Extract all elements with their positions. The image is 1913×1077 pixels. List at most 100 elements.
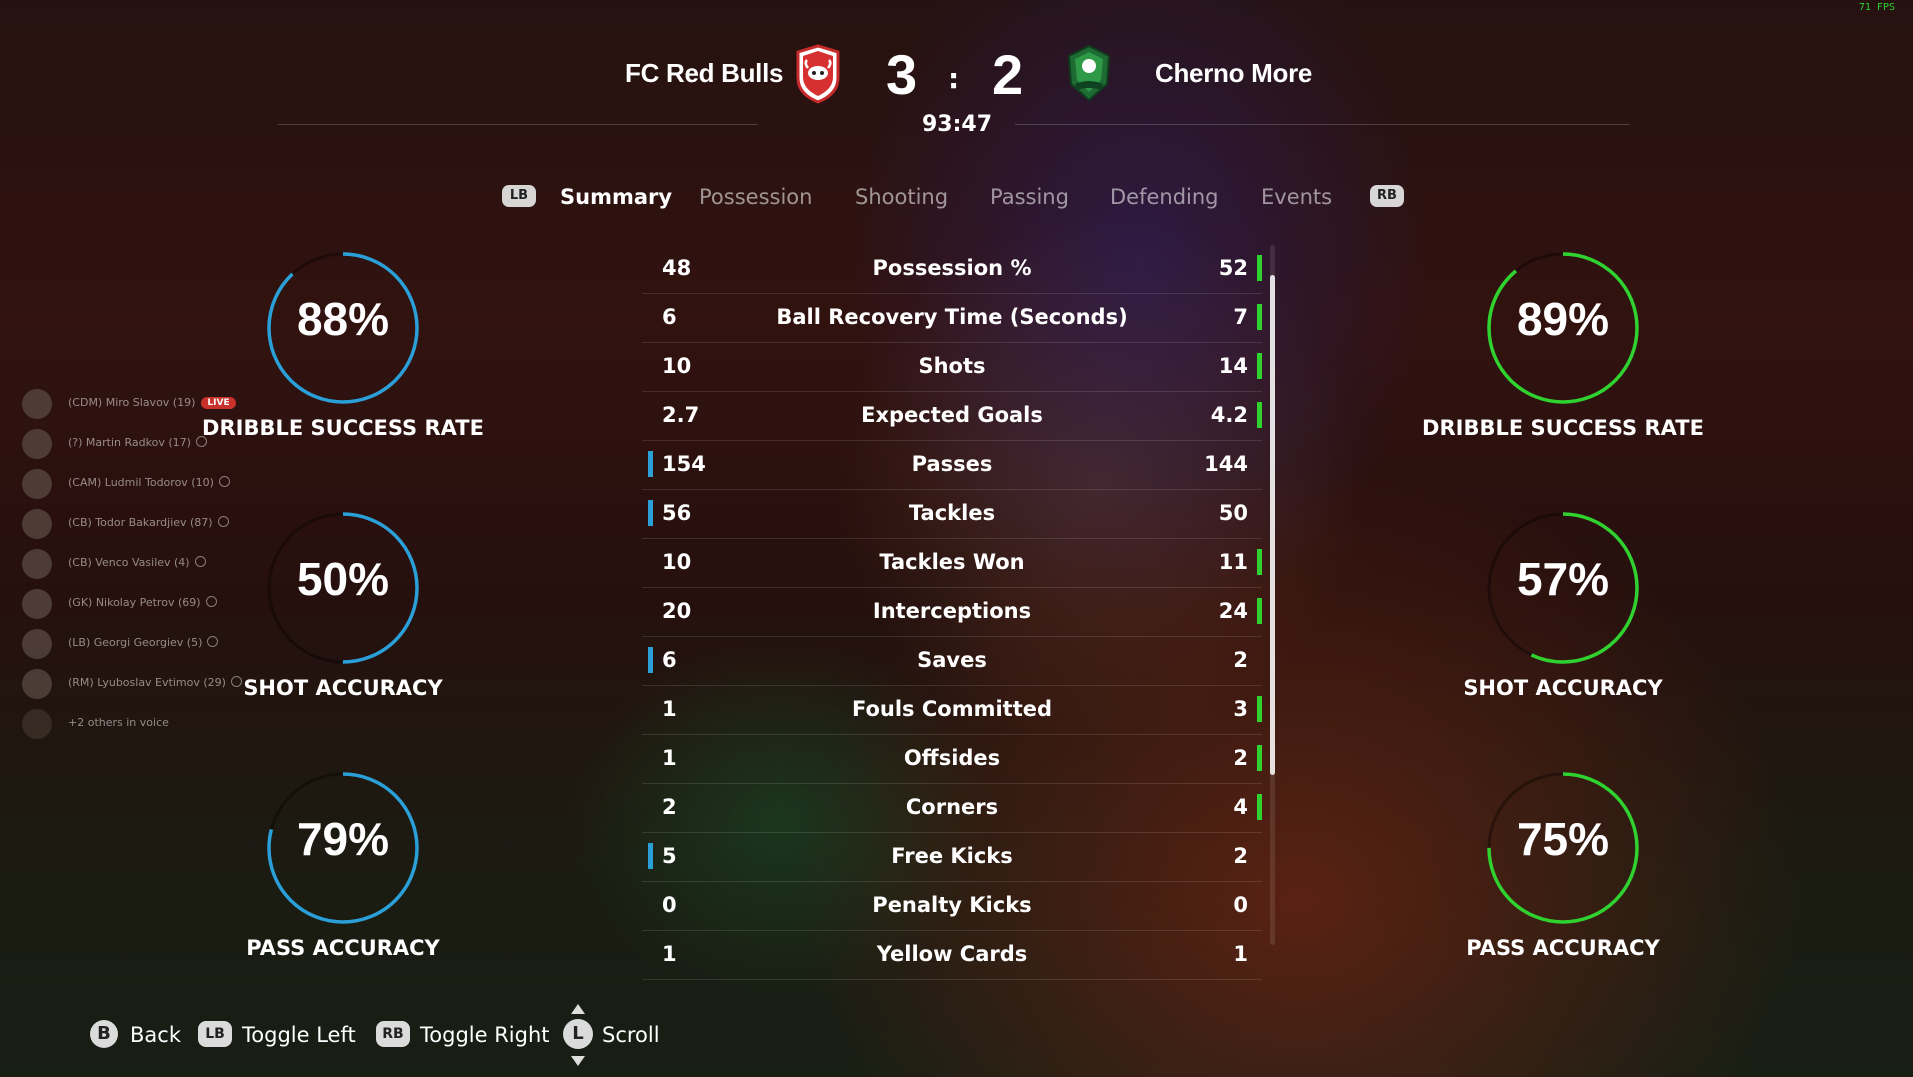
tab-shooting[interactable]: Shooting (855, 185, 948, 209)
stat-name: Tackles (908, 501, 996, 525)
stat-away-value: 4.2 (1210, 403, 1248, 427)
stat-away-value: 7 (1233, 305, 1248, 329)
stat-away-value: 3 (1233, 697, 1248, 721)
away_gauges-gauge-value: 75% (1516, 813, 1610, 865)
away-score: 2 (992, 43, 1024, 106)
home_gauges-gauge-value: 88% (296, 293, 390, 345)
stat-name: Penalty Kicks (872, 893, 1032, 917)
avatar (22, 429, 52, 459)
stat-name: Passes (911, 452, 993, 476)
home_gauges-gauge: 50% (263, 508, 423, 668)
avatar (22, 389, 52, 419)
toggle-left-label: Toggle Left (242, 1023, 356, 1047)
stat-away-value: 2 (1233, 746, 1248, 770)
home_gauges-gauge-value: 50% (296, 553, 390, 605)
voice-member-row-text: (CAM) Ludmil Todorov (10) (68, 476, 230, 489)
stat-away-value: 52 (1218, 256, 1248, 280)
stat-name: Shots (918, 354, 986, 378)
voice-member-name: (CAM) Ludmil Todorov (10) (68, 476, 214, 489)
stat-row: 2 Corners 4 (642, 784, 1262, 833)
stat-name: Interceptions (872, 599, 1032, 623)
home_gauges-gauge-value: 79% (296, 813, 390, 865)
voice-member-name: (?) Martin Radkov (17) (68, 436, 191, 449)
stat-row: 0 Penalty Kicks 0 (642, 882, 1262, 931)
muted-mic-icon (194, 556, 206, 567)
stat-away-value: 1 (1233, 942, 1248, 966)
muted-mic-icon (195, 436, 207, 447)
stat-row: 20 Interceptions 24 (642, 588, 1262, 637)
scroll-label: Scroll (602, 1023, 660, 1047)
tab-next-button-hint[interactable]: RB (1370, 185, 1404, 207)
tab-possession[interactable]: Possession (699, 185, 812, 209)
stat-away-value: 50 (1218, 501, 1248, 525)
muted-mic-icon (217, 516, 229, 527)
voice-member-row-text: (?) Martin Radkov (17) (68, 436, 207, 449)
voice-member-row-text: (CB) Todor Bakardjiev (87) (68, 516, 229, 529)
rb-button-icon: RB (376, 1021, 410, 1047)
match-clock: 93:47 (922, 112, 993, 137)
voice-others-text: +2 others in voice (68, 716, 169, 729)
tab-defending[interactable]: Defending (1110, 185, 1219, 209)
tab-events[interactable]: Events (1261, 185, 1332, 209)
avatar (22, 509, 52, 539)
stats-tab-bar: LB Summary Possession Shooting Passing D… (0, 181, 1913, 215)
stat-row: 48 Possession % 52 (642, 245, 1262, 294)
avatar (22, 669, 52, 699)
footer-controls: B Back LB Toggle Left RB Toggle Right L … (0, 1004, 1913, 1066)
away_gauges-gauge-label: SHOT ACCURACY (1463, 676, 1663, 700)
fps-counter: 71 FPS (1858, 2, 1895, 13)
voice-member-name: (RM) Lyuboslav Evtimov (29) (68, 676, 226, 689)
stat-name: Tackles Won (879, 550, 1025, 574)
muted-mic-icon (205, 596, 217, 607)
avatar (22, 589, 52, 619)
avatar (22, 469, 52, 499)
tab-prev-button-hint[interactable]: LB (502, 185, 536, 207)
avatar (22, 709, 52, 739)
scroll-down-arrow-icon (571, 1056, 585, 1066)
stat-name: Expected Goals (861, 403, 1043, 427)
header-divider-left (278, 124, 758, 125)
voice-member-name: (CDM) Miro Slavov (19) (68, 396, 196, 409)
tab-passing[interactable]: Passing (990, 185, 1069, 209)
muted-mic-icon (218, 476, 230, 487)
stat-name: Corners (905, 795, 999, 819)
stat-row: 1 Offsides 2 (642, 735, 1262, 784)
left-stick-icon: L (563, 1019, 593, 1049)
muted-mic-icon (230, 676, 242, 687)
away_gauges-gauge-label: PASS ACCURACY (1466, 936, 1660, 960)
stat-away-value: 0 (1233, 893, 1248, 917)
stat-name: Free Kicks (891, 844, 1013, 868)
stat-row: 10 Tackles Won 11 (642, 539, 1262, 588)
stat-row: 10 Shots 14 (642, 343, 1262, 392)
stat-away-value: 24 (1218, 599, 1248, 623)
header-divider-right (1015, 124, 1630, 125)
stat-row: 56 Tackles 50 (642, 490, 1262, 539)
avatar (22, 629, 52, 659)
back-label: Back (130, 1023, 181, 1047)
stat-name: Fouls Committed (851, 697, 1053, 721)
home-team-crest-icon (792, 44, 844, 104)
stat-name: Possession % (872, 256, 1032, 280)
stat-name: Offsides (903, 746, 1001, 770)
stat-away-value: 2 (1233, 648, 1248, 672)
stat-row: 154 Passes 144 (642, 441, 1262, 490)
stat-name: Ball Recovery Time (Seconds) (776, 305, 1128, 329)
stat-row: 1 Fouls Committed 3 (642, 686, 1262, 735)
away_gauges-gauge: 75% (1483, 768, 1643, 928)
away_gauges-gauge-value: 89% (1516, 293, 1610, 345)
stat-row: 6 Ball Recovery Time (Seconds) 7 (642, 294, 1262, 343)
lb-button-icon: LB (198, 1021, 232, 1047)
away_gauges-gauge-label: DRIBBLE SUCCESS RATE (1422, 416, 1704, 440)
stat-away-value: 4 (1233, 795, 1248, 819)
home_gauges-gauge-label: DRIBBLE SUCCESS RATE (202, 416, 484, 440)
stat-away-value: 144 (1204, 452, 1248, 476)
stats-scroll-thumb[interactable] (1270, 275, 1275, 775)
voice-member-row-text: (LB) Georgi Georgiev (5) (68, 636, 219, 649)
away-team-crest-icon (1063, 44, 1115, 104)
stat-row: 1 Yellow Cards 1 (642, 931, 1262, 980)
home_gauges-gauge: 88% (263, 248, 423, 408)
tab-summary[interactable]: Summary (560, 185, 672, 209)
b-button-icon: B (90, 1020, 118, 1048)
stat-away-value: 11 (1218, 550, 1248, 574)
away_gauges-gauge-value: 57% (1516, 553, 1610, 605)
